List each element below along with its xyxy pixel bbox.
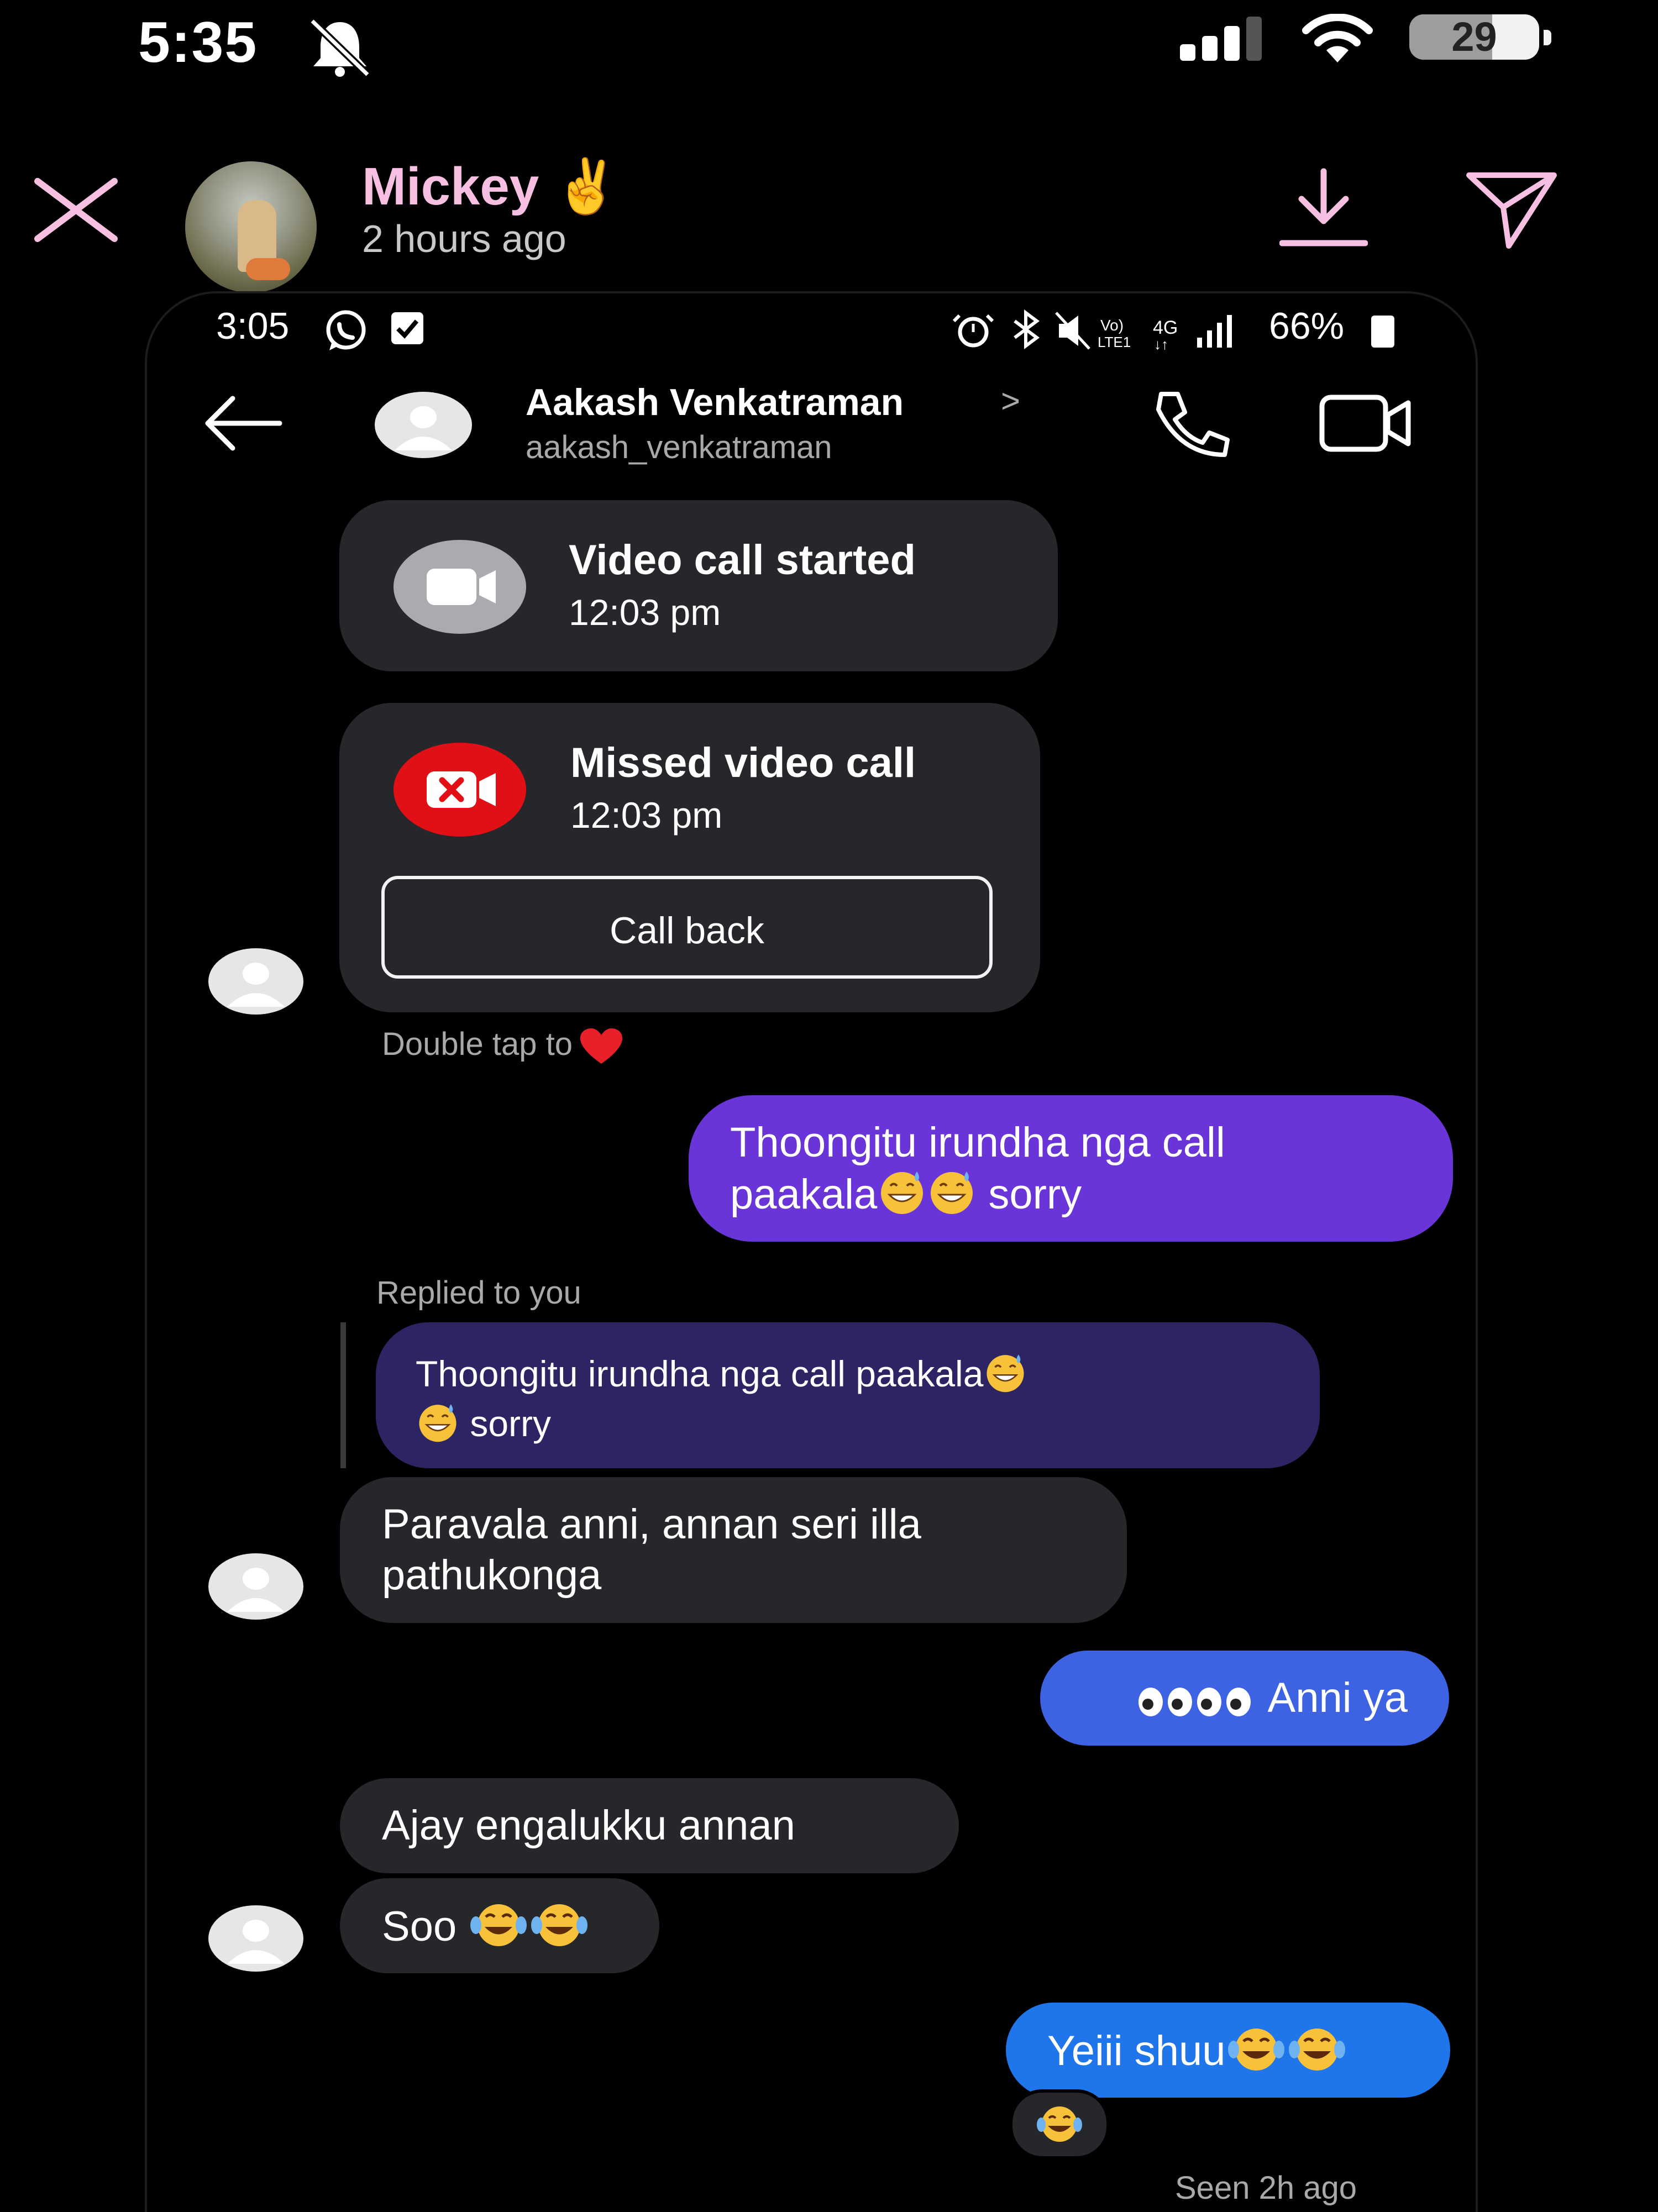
message-text: paakala xyxy=(730,1171,878,1218)
tears-of-joy-emoji xyxy=(470,1904,527,1946)
status-time: 5:35 xyxy=(138,10,258,75)
grin-sweat-emoji xyxy=(419,1404,457,1442)
message-text: sorry xyxy=(460,1403,551,1444)
double-tap-hint: Double tap to xyxy=(382,1026,623,1066)
tears-of-joy-emoji xyxy=(1227,2029,1284,2071)
missed-video-call-card: Missed video call 12:03 pm Call back xyxy=(339,703,1040,1012)
whatsapp-icon xyxy=(326,310,366,350)
video-call-started-card: Video call started 12:03 pm xyxy=(339,500,1058,671)
story-screenshot: 3:05 Vo) LTE1 4G ↓↑ 66% Aakash Venkatram… xyxy=(145,291,1478,2212)
svg-text:Vo): Vo) xyxy=(1100,317,1124,334)
message-text: sorry xyxy=(977,1171,1082,1218)
incoming-message[interactable]: Ajay engalukku annan xyxy=(340,1778,959,1873)
alarm-icon xyxy=(952,314,994,348)
outgoing-message[interactable]: Yeiii shuu xyxy=(1006,2003,1450,2098)
bluetooth-icon xyxy=(1014,309,1040,349)
svg-text:↓↑: ↓↑ xyxy=(1154,336,1168,351)
seen-status: Seen 2h ago xyxy=(1175,2170,1357,2206)
reply-quote-bar xyxy=(340,1322,346,1468)
contact-username: aakash_venkatraman xyxy=(526,429,832,465)
story-timestamp: 2 hours ago xyxy=(362,217,566,260)
mute-icon xyxy=(1055,312,1090,350)
message-text: Thoongitu irundha nga call paakala xyxy=(416,1353,984,1394)
outgoing-message[interactable]: Thoongitu irundha nga call paakala sorry xyxy=(689,1095,1453,1242)
message-text: Paravala anni, annan seri illa xyxy=(382,1501,921,1548)
missed-video-call-icon xyxy=(393,743,526,837)
video-camera-icon[interactable] xyxy=(1319,393,1413,454)
message-text: Anni ya xyxy=(1267,1674,1408,1721)
incoming-message[interactable]: Paravala anni, annan seri illa pathukong… xyxy=(340,1477,1127,1623)
battery-level: 29 xyxy=(1451,14,1497,60)
cell-signal-icon xyxy=(1197,315,1232,348)
message-text: Yeiii shuu xyxy=(1047,2027,1226,2074)
replied-label: Replied to you xyxy=(376,1275,581,1311)
tears-of-joy-emoji xyxy=(1288,2029,1345,2071)
grin-sweat-emoji xyxy=(931,1171,973,1214)
tears-of-joy-emoji xyxy=(531,1904,588,1946)
video-camera-icon xyxy=(393,540,526,634)
svg-text:LTE1: LTE1 xyxy=(1098,334,1131,350)
contact-avatar[interactable] xyxy=(374,391,473,460)
inner-battery-percent: 66% xyxy=(1269,305,1345,347)
eyes-emoji xyxy=(1138,1688,1251,1716)
back-arrow-icon[interactable] xyxy=(202,393,285,454)
call-title: Missed video call xyxy=(570,739,916,786)
message-text: Ajay engalukku annan xyxy=(382,1802,795,1849)
quoted-reply-message[interactable]: Thoongitu irundha nga call paakala sorry xyxy=(376,1322,1320,1468)
tears-of-joy-emoji xyxy=(1037,2106,1082,2142)
wifi-icon xyxy=(1302,14,1373,62)
system-status-icons: Vo) LTE1 4G ↓↑ xyxy=(952,309,1232,351)
call-title: Video call started xyxy=(569,537,916,584)
checkbox-icon xyxy=(391,312,423,344)
call-time: 12:03 pm xyxy=(569,592,721,633)
message-text: Thoongitu irundha nga call xyxy=(730,1119,1225,1166)
phone-icon[interactable] xyxy=(1147,387,1230,459)
grin-sweat-emoji xyxy=(987,1354,1024,1393)
incoming-message[interactable]: Soo xyxy=(340,1878,659,1973)
outgoing-message[interactable]: Anni ya xyxy=(1040,1651,1449,1746)
message-text: pathukonga xyxy=(382,1552,602,1599)
download-icon[interactable] xyxy=(1279,166,1368,249)
sender-avatar xyxy=(208,1553,303,1620)
double-tap-text: Double tap to xyxy=(382,1026,573,1062)
message-text: Soo xyxy=(382,1903,469,1950)
message-reaction[interactable] xyxy=(1009,2089,1110,2160)
story-avatar[interactable] xyxy=(185,161,317,293)
close-icon[interactable] xyxy=(33,177,119,243)
battery-indicator: 29 xyxy=(1409,14,1551,60)
svg-text:4G: 4G xyxy=(1153,317,1178,338)
signal-icon xyxy=(1180,17,1262,61)
sender-avatar xyxy=(208,948,303,1015)
call-back-button[interactable]: Call back xyxy=(381,876,993,979)
send-icon[interactable] xyxy=(1465,169,1559,251)
sender-avatar xyxy=(208,1905,303,1972)
contact-name[interactable]: Aakash Venkatraman xyxy=(526,381,904,424)
story-username[interactable]: Mickey ✌️ xyxy=(362,156,620,218)
bell-muted-icon xyxy=(309,18,370,77)
inner-battery-icon xyxy=(1371,316,1394,348)
grin-sweat-emoji xyxy=(881,1171,924,1214)
heart-icon xyxy=(580,1028,623,1064)
call-time: 12:03 pm xyxy=(570,795,723,836)
inner-status-time: 3:05 xyxy=(216,305,290,347)
chevron-right-icon[interactable]: > xyxy=(1001,382,1020,420)
